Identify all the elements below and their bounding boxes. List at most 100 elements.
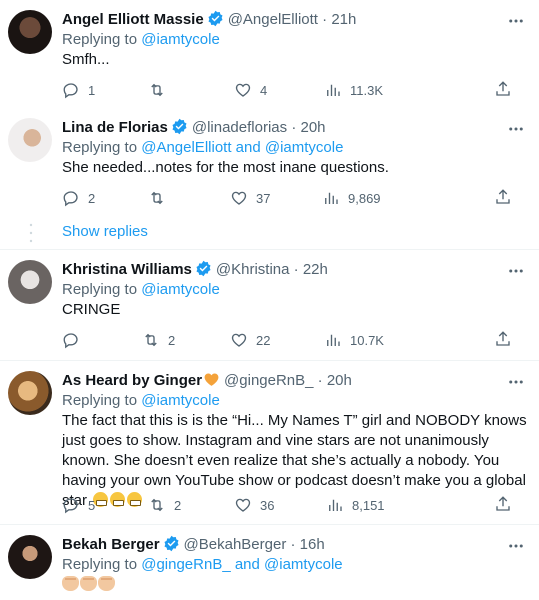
views-count: 9,869	[348, 190, 381, 206]
views-button[interactable]: 9,869	[322, 188, 381, 208]
replying-prefix: Replying to	[62, 392, 138, 409]
replying-to: Replying to @gingeRnB_ and @iamtycole	[62, 555, 343, 575]
more-icon[interactable]	[507, 120, 525, 138]
more-icon[interactable]	[507, 373, 525, 391]
mention-link[interactable]: @iamtycole	[141, 31, 220, 48]
views-icon	[327, 334, 340, 346]
timestamp[interactable]: 22h	[303, 261, 328, 278]
reply-icon	[63, 333, 78, 349]
like-icon	[231, 191, 247, 205]
views-count: 11.3K	[350, 82, 384, 98]
like-count: 4	[260, 82, 268, 98]
handle[interactable]: @AngelElliott	[228, 11, 318, 28]
timestamp[interactable]: 20h	[300, 119, 325, 136]
mention-link[interactable]: @iamtycole	[141, 281, 220, 298]
heart-badge-icon	[204, 373, 219, 386]
like-count: 22	[256, 332, 271, 348]
like-icon	[235, 83, 251, 97]
tweet-angel[interactable]: Angel Elliott Massie @AngelElliott · 21h …	[0, 10, 539, 110]
display-name[interactable]: Bekah Berger	[62, 536, 160, 553]
retweet-count: 2	[174, 497, 182, 513]
retweet-button[interactable]	[148, 188, 174, 208]
tweet-ginger[interactable]: As Heard by Ginger @gingeRnB_ · 20h Reply…	[0, 371, 539, 516]
retweet-button[interactable]: 2	[142, 330, 175, 350]
like-icon	[235, 498, 251, 512]
share-icon[interactable]	[494, 330, 512, 348]
avatar[interactable]	[8, 260, 52, 304]
timestamp[interactable]: 16h	[300, 536, 325, 553]
verified-badge-icon	[164, 535, 179, 552]
avatar[interactable]	[8, 371, 52, 415]
like-button[interactable]: 37	[230, 188, 270, 208]
like-button[interactable]: 36	[234, 495, 274, 515]
share-icon[interactable]	[494, 80, 512, 98]
reply-button[interactable]	[62, 330, 88, 350]
avatar[interactable]	[8, 10, 52, 54]
separator: ·	[290, 536, 296, 553]
divider	[0, 360, 539, 361]
more-icon[interactable]	[507, 12, 525, 30]
replying-prefix: Replying to	[62, 139, 138, 156]
views-icon	[329, 499, 342, 511]
share-icon[interactable]	[494, 188, 512, 206]
avatar[interactable]	[8, 118, 52, 162]
views-icon	[327, 84, 340, 96]
handle[interactable]: @BekahBerger	[184, 536, 287, 553]
views-button[interactable]: 10.7K	[324, 330, 384, 350]
handle[interactable]: @Khristina	[216, 261, 290, 278]
like-count: 36	[260, 497, 275, 513]
display-name[interactable]: Khristina Williams	[62, 261, 192, 278]
tweet-header: Khristina Williams @Khristina · 22h	[62, 260, 328, 280]
mention-link[interactable]: @iamtycole	[141, 392, 220, 409]
tweet-header: Lina de Florias @linadeflorias · 20h	[62, 118, 326, 138]
retweet-icon	[151, 83, 163, 97]
views-button[interactable]: 8,151	[326, 495, 385, 515]
action-bar: 5 2 36 8,151	[62, 495, 510, 515]
verified-badge-icon	[196, 260, 211, 277]
reply-button[interactable]: 1	[62, 80, 95, 100]
separator: ·	[317, 372, 323, 389]
divider	[0, 249, 539, 250]
tweet-khristina[interactable]: Khristina Williams @Khristina · 22h Reply…	[0, 260, 539, 352]
reply-icon	[63, 83, 78, 99]
handle[interactable]: @gingeRnB_	[224, 372, 313, 389]
tweet-bekah[interactable]: Bekah Berger @BekahBerger · 16h Replying …	[0, 535, 539, 600]
like-icon	[231, 333, 247, 347]
retweet-icon	[145, 333, 157, 347]
more-icon[interactable]	[507, 537, 525, 555]
separator: ·	[322, 11, 328, 28]
retweet-button[interactable]	[148, 80, 174, 100]
action-bar: 2 37 9,869	[62, 188, 510, 208]
retweet-button[interactable]: 2	[148, 495, 181, 515]
handle[interactable]: @linadeflorias	[192, 119, 287, 136]
timestamp[interactable]: 20h	[327, 372, 352, 389]
reply-button[interactable]: 2	[62, 188, 95, 208]
like-button[interactable]: 4	[234, 80, 267, 100]
separator: ·	[293, 261, 299, 278]
show-replies-link[interactable]: Show replies	[62, 222, 148, 242]
replying-to: Replying to @AngelElliott and @iamtycole	[62, 138, 343, 158]
tweet-lina[interactable]: Lina de Florias @linadeflorias · 20h Repl…	[0, 118, 539, 218]
display-name[interactable]: Angel Elliott Massie	[62, 11, 204, 28]
replying-to: Replying to @iamtycole	[62, 280, 220, 300]
mention-link[interactable]: @AngelElliott and @iamtycole	[141, 139, 343, 156]
display-name[interactable]: Lina de Florias	[62, 119, 168, 136]
more-icon[interactable]	[507, 262, 525, 280]
tweet-text: She needed...notes for the most inane qu…	[62, 159, 389, 176]
like-button[interactable]: 22	[230, 330, 270, 350]
verified-badge-icon	[172, 118, 187, 135]
timestamp[interactable]: 21h	[331, 11, 356, 28]
action-bar: 1 4 11.3K	[62, 80, 510, 100]
reply-icon	[63, 498, 78, 514]
clap-emoji-icon	[80, 576, 97, 591]
replying-to: Replying to @iamtycole	[62, 391, 220, 411]
reply-count: 1	[88, 82, 96, 98]
mention-link[interactable]: @gingeRnB_ and @iamtycole	[141, 556, 342, 573]
verified-badge-icon	[208, 10, 223, 27]
share-icon[interactable]	[494, 495, 512, 513]
display-name[interactable]: As Heard by Ginger	[62, 372, 202, 389]
avatar[interactable]	[8, 535, 52, 579]
views-button[interactable]: 11.3K	[324, 80, 383, 100]
like-count: 37	[256, 190, 271, 206]
reply-button[interactable]: 5	[62, 495, 95, 515]
